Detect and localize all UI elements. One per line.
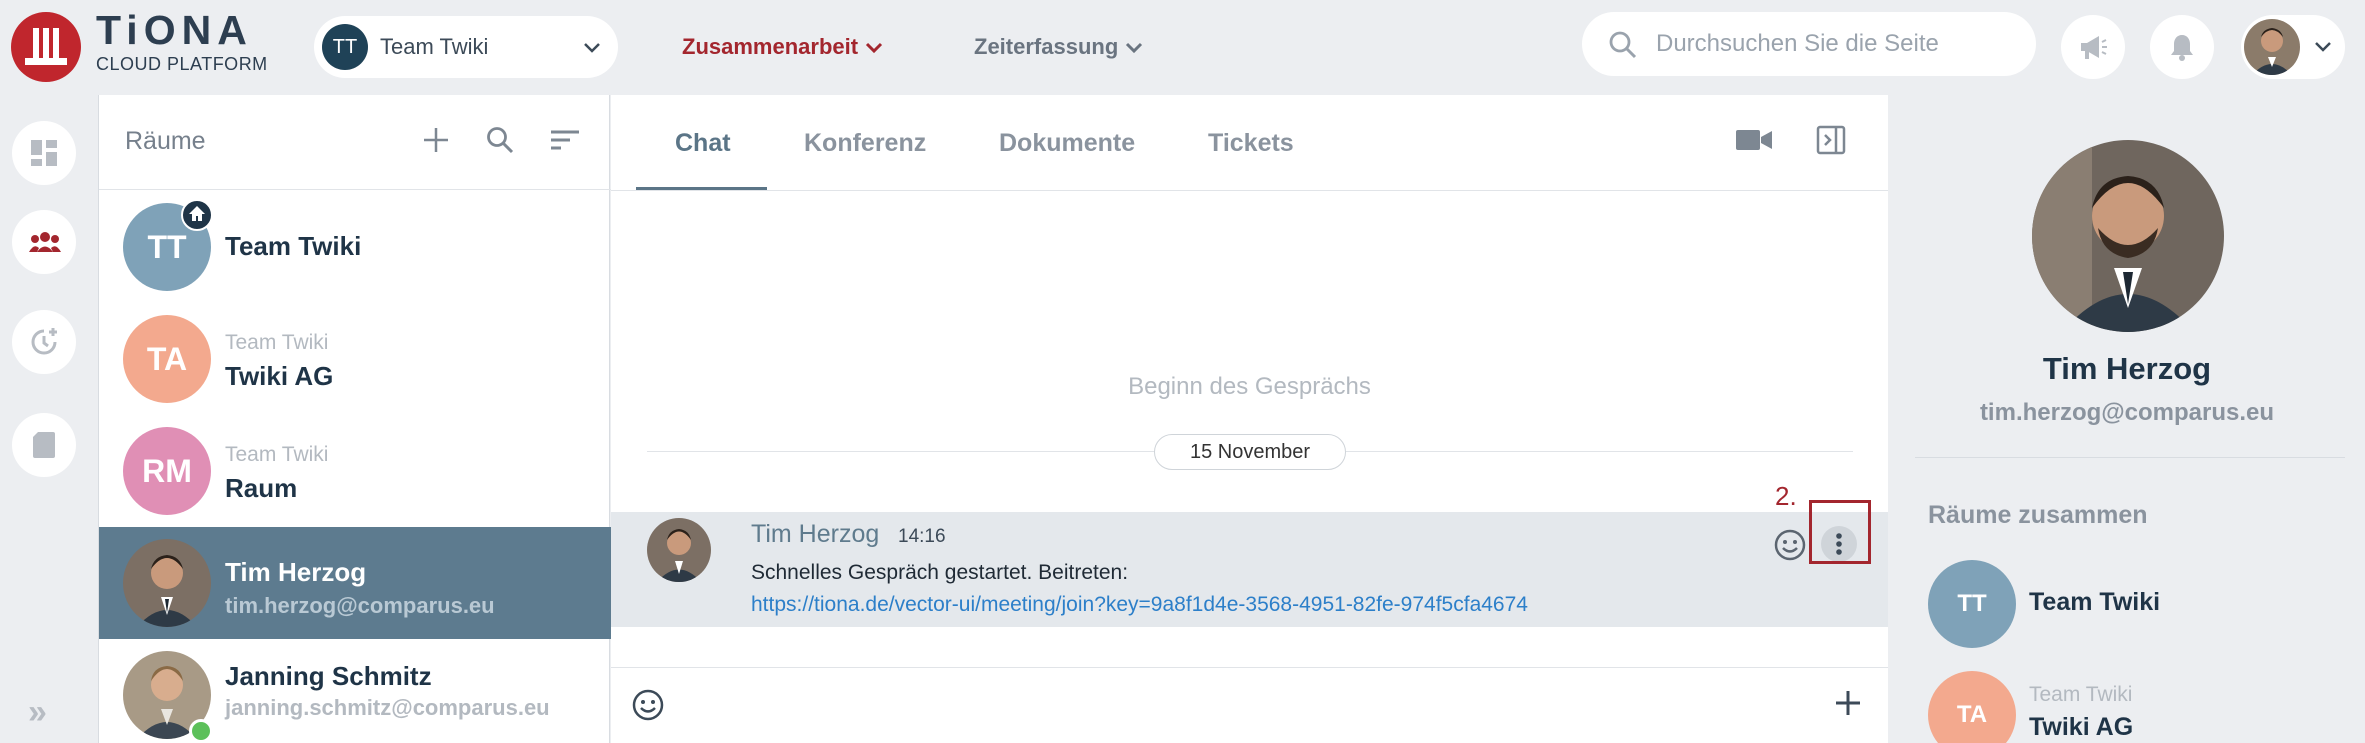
rail-collaboration-button[interactable]: [12, 210, 76, 274]
team-icon: [29, 232, 61, 252]
emoji-icon[interactable]: [631, 688, 665, 722]
panel-icon[interactable]: [1816, 125, 1846, 155]
meeting-join-link[interactable]: https://tiona.de/vector-ui/meeting/join?…: [751, 593, 1528, 617]
search-icon: [1609, 31, 1637, 59]
chat-panel: Chat Konferenz Dokumente Tickets Beginn …: [611, 95, 1888, 743]
room-avatar: RM: [123, 427, 211, 515]
shared-rooms-title: Räume zusammen: [1928, 501, 2148, 529]
chevron-down-icon: [584, 43, 600, 53]
brand-title: TiONA: [96, 7, 253, 53]
bell-icon: [2171, 35, 2193, 61]
tab-documents[interactable]: Dokumente: [999, 129, 1135, 158]
room-name: Raum: [225, 473, 298, 503]
chevron-down-icon: [866, 43, 883, 54]
brand-logo-icon[interactable]: [11, 12, 81, 82]
brand-subtitle: CLOUD PLATFORM: [96, 54, 268, 74]
avatar: [647, 518, 711, 582]
active-tab-indicator: [636, 187, 767, 190]
team-selector-label: Team Twiki: [380, 34, 489, 59]
rooms-panel: Räume TT Team Twiki TA Team Twiki Twiki …: [98, 95, 611, 743]
profile-email: tim.herzog@comparus.eu: [1979, 399, 2275, 426]
search-box: [1582, 12, 2036, 76]
room-name: Twiki AG: [225, 361, 334, 391]
room-name: Team Twiki: [225, 231, 362, 261]
search-input[interactable]: [1656, 24, 2016, 64]
nav-collaboration[interactable]: Zusammenarbeit: [682, 34, 884, 60]
room-item-active[interactable]: Tim Herzog tim.herzog@comparus.eu: [99, 527, 611, 639]
chat-message: Tim Herzog 14:16 Schnelles Gespräch gest…: [611, 512, 1888, 627]
profile-menu-button[interactable]: [2241, 15, 2345, 79]
announcements-button[interactable]: [2061, 15, 2125, 79]
message-composer[interactable]: [611, 667, 1888, 743]
rail-time-button[interactable]: [12, 310, 76, 374]
nav-collaboration-label: Zusammenarbeit: [682, 34, 859, 59]
avatar: [123, 539, 211, 627]
message-text: Schnelles Gespräch gestartet. Beitreten:: [751, 561, 1129, 584]
team-selector[interactable]: TT Team Twiki: [314, 16, 618, 78]
room-item[interactable]: TA Team Twiki Twiki AG: [99, 303, 611, 415]
tab-chat[interactable]: Chat: [675, 129, 731, 158]
room-avatar: TA: [1928, 671, 2016, 743]
double-chevron-right-icon[interactable]: »: [28, 693, 47, 732]
video-icon[interactable]: [1735, 125, 1773, 155]
room-email: tim.herzog@comparus.eu: [225, 593, 495, 618]
profile-name: Tim Herzog: [2042, 351, 2212, 386]
emoji-icon[interactable]: [1773, 528, 1807, 562]
profile-panel: Tim Herzog tim.herzog@comparus.eu Räume …: [1889, 95, 2365, 743]
chat-tabs: Chat Konferenz Dokumente Tickets: [611, 95, 1888, 191]
left-rail: »: [0, 95, 98, 743]
sd-card-icon: [33, 432, 55, 458]
megaphone-icon: [2081, 36, 2107, 59]
highlight-box: [1809, 500, 1871, 564]
room-name: Team Twiki: [2029, 588, 2161, 616]
avatar: [2032, 140, 2224, 332]
conversation-start-label: Beginn des Gesprächs: [1128, 373, 1371, 400]
top-bar: TiONA CLOUD PLATFORM TT Team Twiki Zusam…: [0, 0, 2365, 95]
rooms-title: Räume: [125, 127, 206, 155]
chevron-down-icon: [2315, 42, 2331, 52]
room-item[interactable]: RM Team Twiki Raum: [99, 415, 611, 527]
divider: [1915, 457, 2345, 458]
sort-icon[interactable]: [549, 125, 581, 155]
room-name: Twiki AG: [2029, 713, 2134, 741]
room-team: Team Twiki: [225, 443, 329, 466]
dashboard-icon: [31, 140, 57, 166]
room-email: janning.schmitz@comparus.eu: [225, 695, 550, 720]
room-avatar: TT: [1928, 560, 2016, 648]
avatar: [2244, 19, 2300, 75]
tab-tickets[interactable]: Tickets: [1208, 129, 1294, 158]
room-item[interactable]: Janning Schmitz janning.schmitz@comparus…: [99, 639, 611, 743]
nav-time-tracking-label: Zeiterfassung: [974, 34, 1119, 59]
tab-conference[interactable]: Konferenz: [804, 129, 926, 158]
online-status-indicator: [189, 719, 213, 743]
chevron-down-icon: [1126, 43, 1143, 54]
plus-icon[interactable]: [421, 125, 451, 155]
room-avatar: TA: [123, 315, 211, 403]
room-name: Janning Schmitz: [225, 661, 432, 691]
room-name: Tim Herzog: [225, 557, 367, 587]
nav-time-tracking[interactable]: Zeiterfassung: [974, 34, 1144, 60]
room-team: Team Twiki: [225, 331, 329, 354]
notifications-button[interactable]: [2150, 15, 2214, 79]
message-sender[interactable]: Tim Herzog: [751, 520, 879, 549]
room-team: Team Twiki: [2029, 683, 2133, 706]
shared-room-item[interactable]: TT Team Twiki: [1928, 560, 2348, 650]
home-icon: [181, 199, 213, 231]
rail-storage-button[interactable]: [12, 413, 76, 477]
time-add-icon: [31, 328, 57, 355]
shared-room-item[interactable]: TA Team Twiki Twiki AG: [1928, 671, 2348, 743]
rooms-header: Räume: [99, 95, 611, 190]
step-label: 2.: [1775, 481, 1797, 511]
room-item[interactable]: TT Team Twiki: [99, 191, 611, 303]
rail-dashboard-button[interactable]: [12, 121, 76, 185]
message-time: 14:16: [898, 526, 946, 547]
search-icon[interactable]: [485, 125, 515, 155]
plus-icon[interactable]: [1833, 688, 1863, 718]
date-badge: 15 November: [1154, 434, 1346, 470]
team-avatar: TT: [322, 24, 368, 70]
